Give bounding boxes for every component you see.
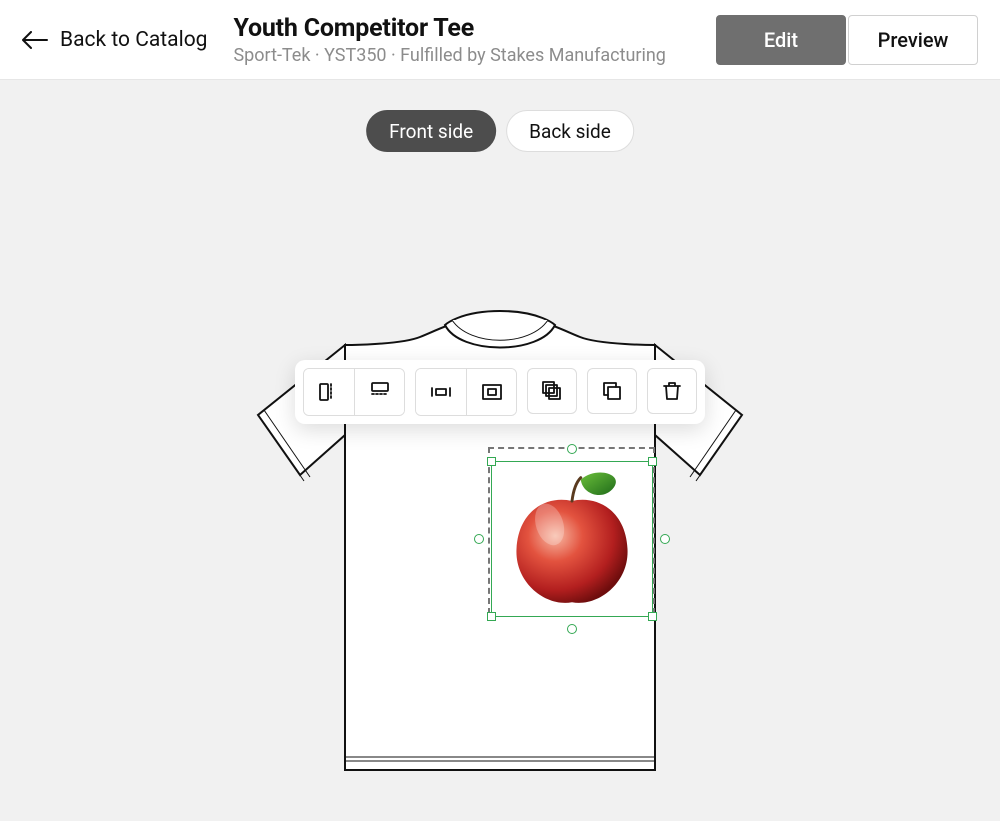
header-actions: Edit Preview bbox=[716, 15, 978, 65]
selected-design[interactable] bbox=[491, 461, 653, 617]
rotate-handle-bottom[interactable] bbox=[567, 624, 577, 634]
duplicate-layer-icon bbox=[540, 379, 564, 403]
header: Back to Catalog Youth Competitor Tee Spo… bbox=[0, 0, 1000, 80]
fit-to-area-icon bbox=[480, 380, 504, 404]
align-horizontal-center-button[interactable] bbox=[304, 369, 354, 415]
selection-toolbar bbox=[295, 360, 705, 424]
back-to-catalog-button[interactable]: Back to Catalog bbox=[22, 28, 207, 52]
align-horizontal-center-icon bbox=[317, 380, 341, 404]
design-canvas: Front side Back side bbox=[0, 80, 1000, 821]
rotate-handle-top[interactable] bbox=[567, 444, 577, 454]
fit-to-area-button[interactable] bbox=[466, 369, 516, 415]
delete-button[interactable] bbox=[647, 368, 697, 414]
copy-icon bbox=[600, 379, 624, 403]
arrow-left-icon bbox=[22, 31, 48, 49]
copy-button[interactable] bbox=[587, 368, 637, 414]
edit-button[interactable]: Edit bbox=[716, 15, 846, 65]
product-title: Youth Competitor Tee bbox=[233, 14, 698, 43]
side-switch: Front side Back side bbox=[366, 110, 634, 152]
resize-handle-br[interactable] bbox=[648, 612, 657, 621]
resize-handle-bl[interactable] bbox=[487, 612, 496, 621]
design-image[interactable] bbox=[496, 466, 648, 612]
title-block: Youth Competitor Tee Sport-Tek · YST350 … bbox=[225, 14, 698, 66]
product-subtitle: Sport-Tek · YST350 · Fulfilled by Stakes… bbox=[233, 45, 698, 66]
rotate-handle-left[interactable] bbox=[474, 534, 484, 544]
back-label: Back to Catalog bbox=[60, 28, 207, 52]
duplicate-button[interactable] bbox=[527, 368, 577, 414]
preview-button[interactable]: Preview bbox=[848, 15, 978, 65]
align-vertical-center-button[interactable] bbox=[354, 369, 404, 415]
front-side-tab[interactable]: Front side bbox=[366, 110, 496, 152]
align-vertical-center-icon bbox=[368, 380, 392, 404]
resize-handle-tr[interactable] bbox=[648, 457, 657, 466]
trash-icon bbox=[660, 379, 684, 403]
fit-horizontal-button[interactable] bbox=[416, 369, 466, 415]
resize-handle-tl[interactable] bbox=[487, 457, 496, 466]
rotate-handle-right[interactable] bbox=[660, 534, 670, 544]
fit-horizontal-icon bbox=[429, 380, 453, 404]
back-side-tab[interactable]: Back side bbox=[506, 110, 634, 152]
